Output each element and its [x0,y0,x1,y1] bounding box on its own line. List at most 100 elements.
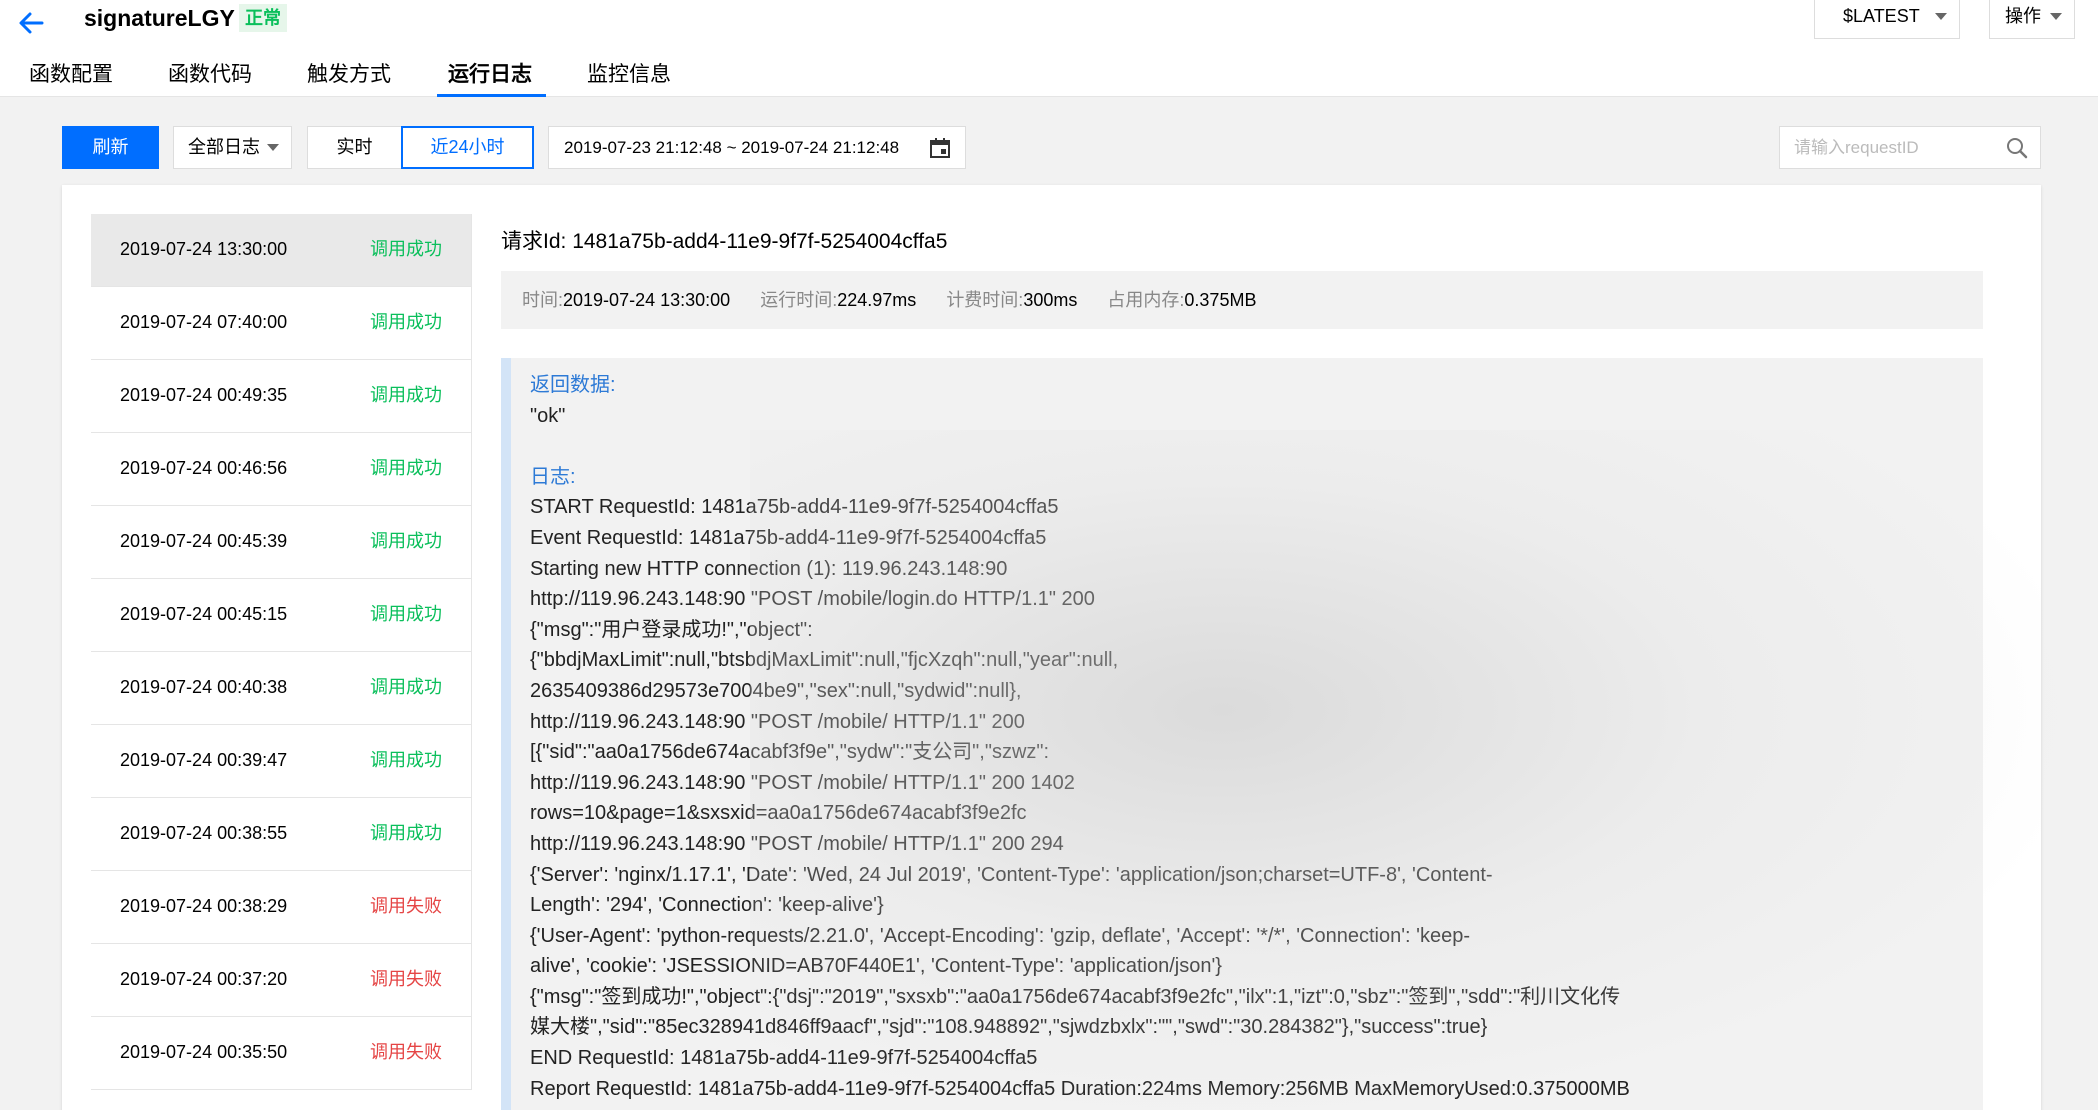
log-line: [{"sid":"aa0a1756de674acabf3f9e","sydw":… [530,741,1050,764]
tab-trigger[interactable]: 触发方式 [307,56,391,94]
log-line: END RequestId: 1481a75b-add4-11e9-9f7f-5… [530,1047,1038,1070]
log-line: {'User-Agent': 'python-requests/2.21.0',… [530,924,1471,947]
invocation-meta: 时间:2019-07-24 13:30:00 运行时间:224.97ms 计费时… [501,271,1983,329]
log-line: Event RequestId: 1481a75b-add4-11e9-9f7f… [530,526,1047,549]
log-line: http://119.96.243.148:90 "POST /mobile/l… [530,588,1095,611]
log-list-item[interactable]: 2019-07-24 00:45:15 调用成功 [91,579,471,652]
log-status: 调用成功 [370,750,442,770]
operations-menu[interactable]: 操作 [1989,0,2075,39]
date-range-value: 2019-07-23 21:12:48 ~ 2019-07-24 21:12:4… [564,138,900,157]
return-data-title: 返回数据: [530,374,616,396]
log-list-item[interactable]: 2019-07-24 07:40:00 调用成功 [91,287,471,360]
run-time-value: 224.97ms [837,290,917,310]
log-panel: 2019-07-24 13:30:00 调用成功 2019-07-24 07:40:… [62,185,2041,1110]
log-list-item[interactable]: 2019-07-24 00:38:29 调用失败 [91,871,471,944]
memory-value: 0.375MB [1184,290,1257,310]
log-status: 调用成功 [370,239,442,259]
chevron-down-icon [1935,13,1947,20]
log-list-item[interactable]: 2019-07-24 00:37:20 调用失败 [91,944,471,1017]
log-line: Starting new HTTP connection (1): 119.96… [530,557,1008,580]
log-status: 调用失败 [370,1042,442,1062]
log-list-item[interactable]: 2019-07-24 00:39:47 调用成功 [91,725,471,798]
output-box: 返回数据: "ok" 日志: START RequestId: 1481a75b… [501,358,1983,1110]
request-id-line: 请求Id: 1481a75b-add4-11e9-9f7f-5254004cff… [501,227,947,257]
top-bar: signatureLGY 正常 $LATEST 操作 函数配置 函数代码 触发方… [0,0,2098,97]
log-time: 2019-07-24 13:30:00 [120,239,288,259]
search-icon[interactable] [2006,137,2028,159]
request-id-search [1779,126,2041,169]
log-line: {"bbdjMaxLimit":null,"btsbdjMaxLimit":nu… [530,649,1119,672]
memory-label: 占用内存: [1107,290,1185,310]
tab-function-config[interactable]: 函数配置 [29,56,113,94]
log-line: alive', 'cookie': 'JSESSIONID=AB70F440E1… [530,955,1222,978]
log-line: 媒大楼","sid":"85ec328941d846ff9aacf","sjd"… [530,1016,1488,1039]
log-line: http://119.96.243.148:90 "POST /mobile/ … [530,771,1075,794]
log-status: 调用失败 [370,969,442,989]
calendar-icon [930,138,950,158]
log-title: 日志: [530,465,576,488]
recent-24h-button[interactable]: 近24小时 [401,126,534,169]
log-list-item[interactable]: 2019-07-24 00:38:55 调用成功 [91,798,471,871]
log-line: Length': '294', 'Connection': 'keep-aliv… [530,894,884,917]
log-time: 2019-07-24 00:39:47 [120,750,288,770]
log-list-item[interactable]: 2019-07-24 00:49:35 调用成功 [91,360,471,433]
log-type-label: 全部日志 [188,137,260,157]
log-time: 2019-07-24 00:38:55 [120,823,288,843]
tab-function-code[interactable]: 函数代码 [168,56,252,94]
log-status: 调用成功 [370,385,442,405]
operations-label: 操作 [2005,6,2041,26]
log-status: 调用成功 [370,604,442,624]
billed-time-value: 300ms [1023,290,1078,310]
log-time: 2019-07-24 00:46:56 [120,458,288,478]
log-time: 2019-07-24 00:49:35 [120,385,288,405]
log-line: http://119.96.243.148:90 "POST /mobile/ … [530,710,1025,733]
log-list-item[interactable]: 2019-07-24 13:30:00 调用成功 [91,214,471,287]
request-id-value: 1481a75b-add4-11e9-9f7f-5254004cffa5 [572,230,948,253]
log-lines: START RequestId: 1481a75b-add4-11e9-9f7f… [530,492,1980,1104]
output-content: 返回数据: "ok" 日志: START RequestId: 1481a75b… [530,370,1980,1104]
realtime-button[interactable]: 实时 [307,126,402,169]
log-list-item[interactable]: 2019-07-24 00:40:38 调用成功 [91,652,471,725]
search-input[interactable] [1794,127,1994,168]
log-line: 2635409386d29573e7004be9","sex":null,"sy… [530,679,1022,702]
log-status: 调用成功 [370,677,442,697]
date-range-picker[interactable]: 2019-07-23 21:12:48 ~ 2019-07-24 21:12:4… [548,126,966,169]
tab-run-logs[interactable]: 运行日志 [437,56,546,97]
log-time: 2019-07-24 00:45:15 [120,604,288,624]
chevron-down-icon [267,144,279,151]
log-line: {"msg":"签到成功!","object":{"dsj":"2019","s… [530,985,1621,1008]
log-status: 调用成功 [370,458,442,478]
run-time-label: 运行时间: [760,290,838,310]
log-line: START RequestId: 1481a75b-add4-11e9-9f7f… [530,496,1059,519]
log-list-item[interactable]: 2019-07-24 00:46:56 调用成功 [91,433,471,506]
log-status: 调用失败 [370,896,442,916]
log-time: 2019-07-24 00:45:39 [120,531,288,551]
return-data-value: "ok" [530,404,566,427]
log-list: 2019-07-24 13:30:00 调用成功 2019-07-24 07:40:… [91,214,472,1090]
log-type-select[interactable]: 全部日志 [173,126,292,169]
log-line: {"msg":"用户登录成功!","object": [530,618,813,641]
log-time: 2019-07-24 00:37:20 [120,969,288,989]
log-time: 2019-07-24 00:38:29 [120,896,288,916]
log-line: Report RequestId: 1481a75b-add4-11e9-9f7… [530,1077,1630,1100]
log-line: {'Server': 'nginx/1.17.1', 'Date': 'Wed,… [530,863,1493,886]
refresh-button[interactable]: 刷新 [62,126,159,169]
log-status: 调用成功 [370,531,442,551]
version-select[interactable]: $LATEST [1814,0,1960,39]
request-id-label: 请求Id: [501,230,567,253]
function-name: signatureLGY [84,5,235,31]
tab-monitoring[interactable]: 监控信息 [587,56,671,94]
billed-time-label: 计费时间: [946,290,1024,310]
log-time: 2019-07-24 07:40:00 [120,312,288,332]
log-time: 2019-07-24 00:40:38 [120,677,288,697]
log-list-item[interactable]: 2019-07-24 00:35:50 调用失败 [91,1017,471,1090]
version-label: $LATEST [1843,6,1920,26]
back-arrow-icon[interactable] [14,6,48,40]
log-time: 2019-07-24 00:35:50 [120,1042,288,1062]
status-badge: 正常 [239,4,287,32]
time-label: 时间: [522,290,564,310]
log-list-item[interactable]: 2019-07-24 00:45:39 调用成功 [91,506,471,579]
log-status: 调用成功 [370,312,442,332]
time-value: 2019-07-24 13:30:00 [563,290,731,310]
log-line: http://119.96.243.148:90 "POST /mobile/ … [530,832,1064,855]
